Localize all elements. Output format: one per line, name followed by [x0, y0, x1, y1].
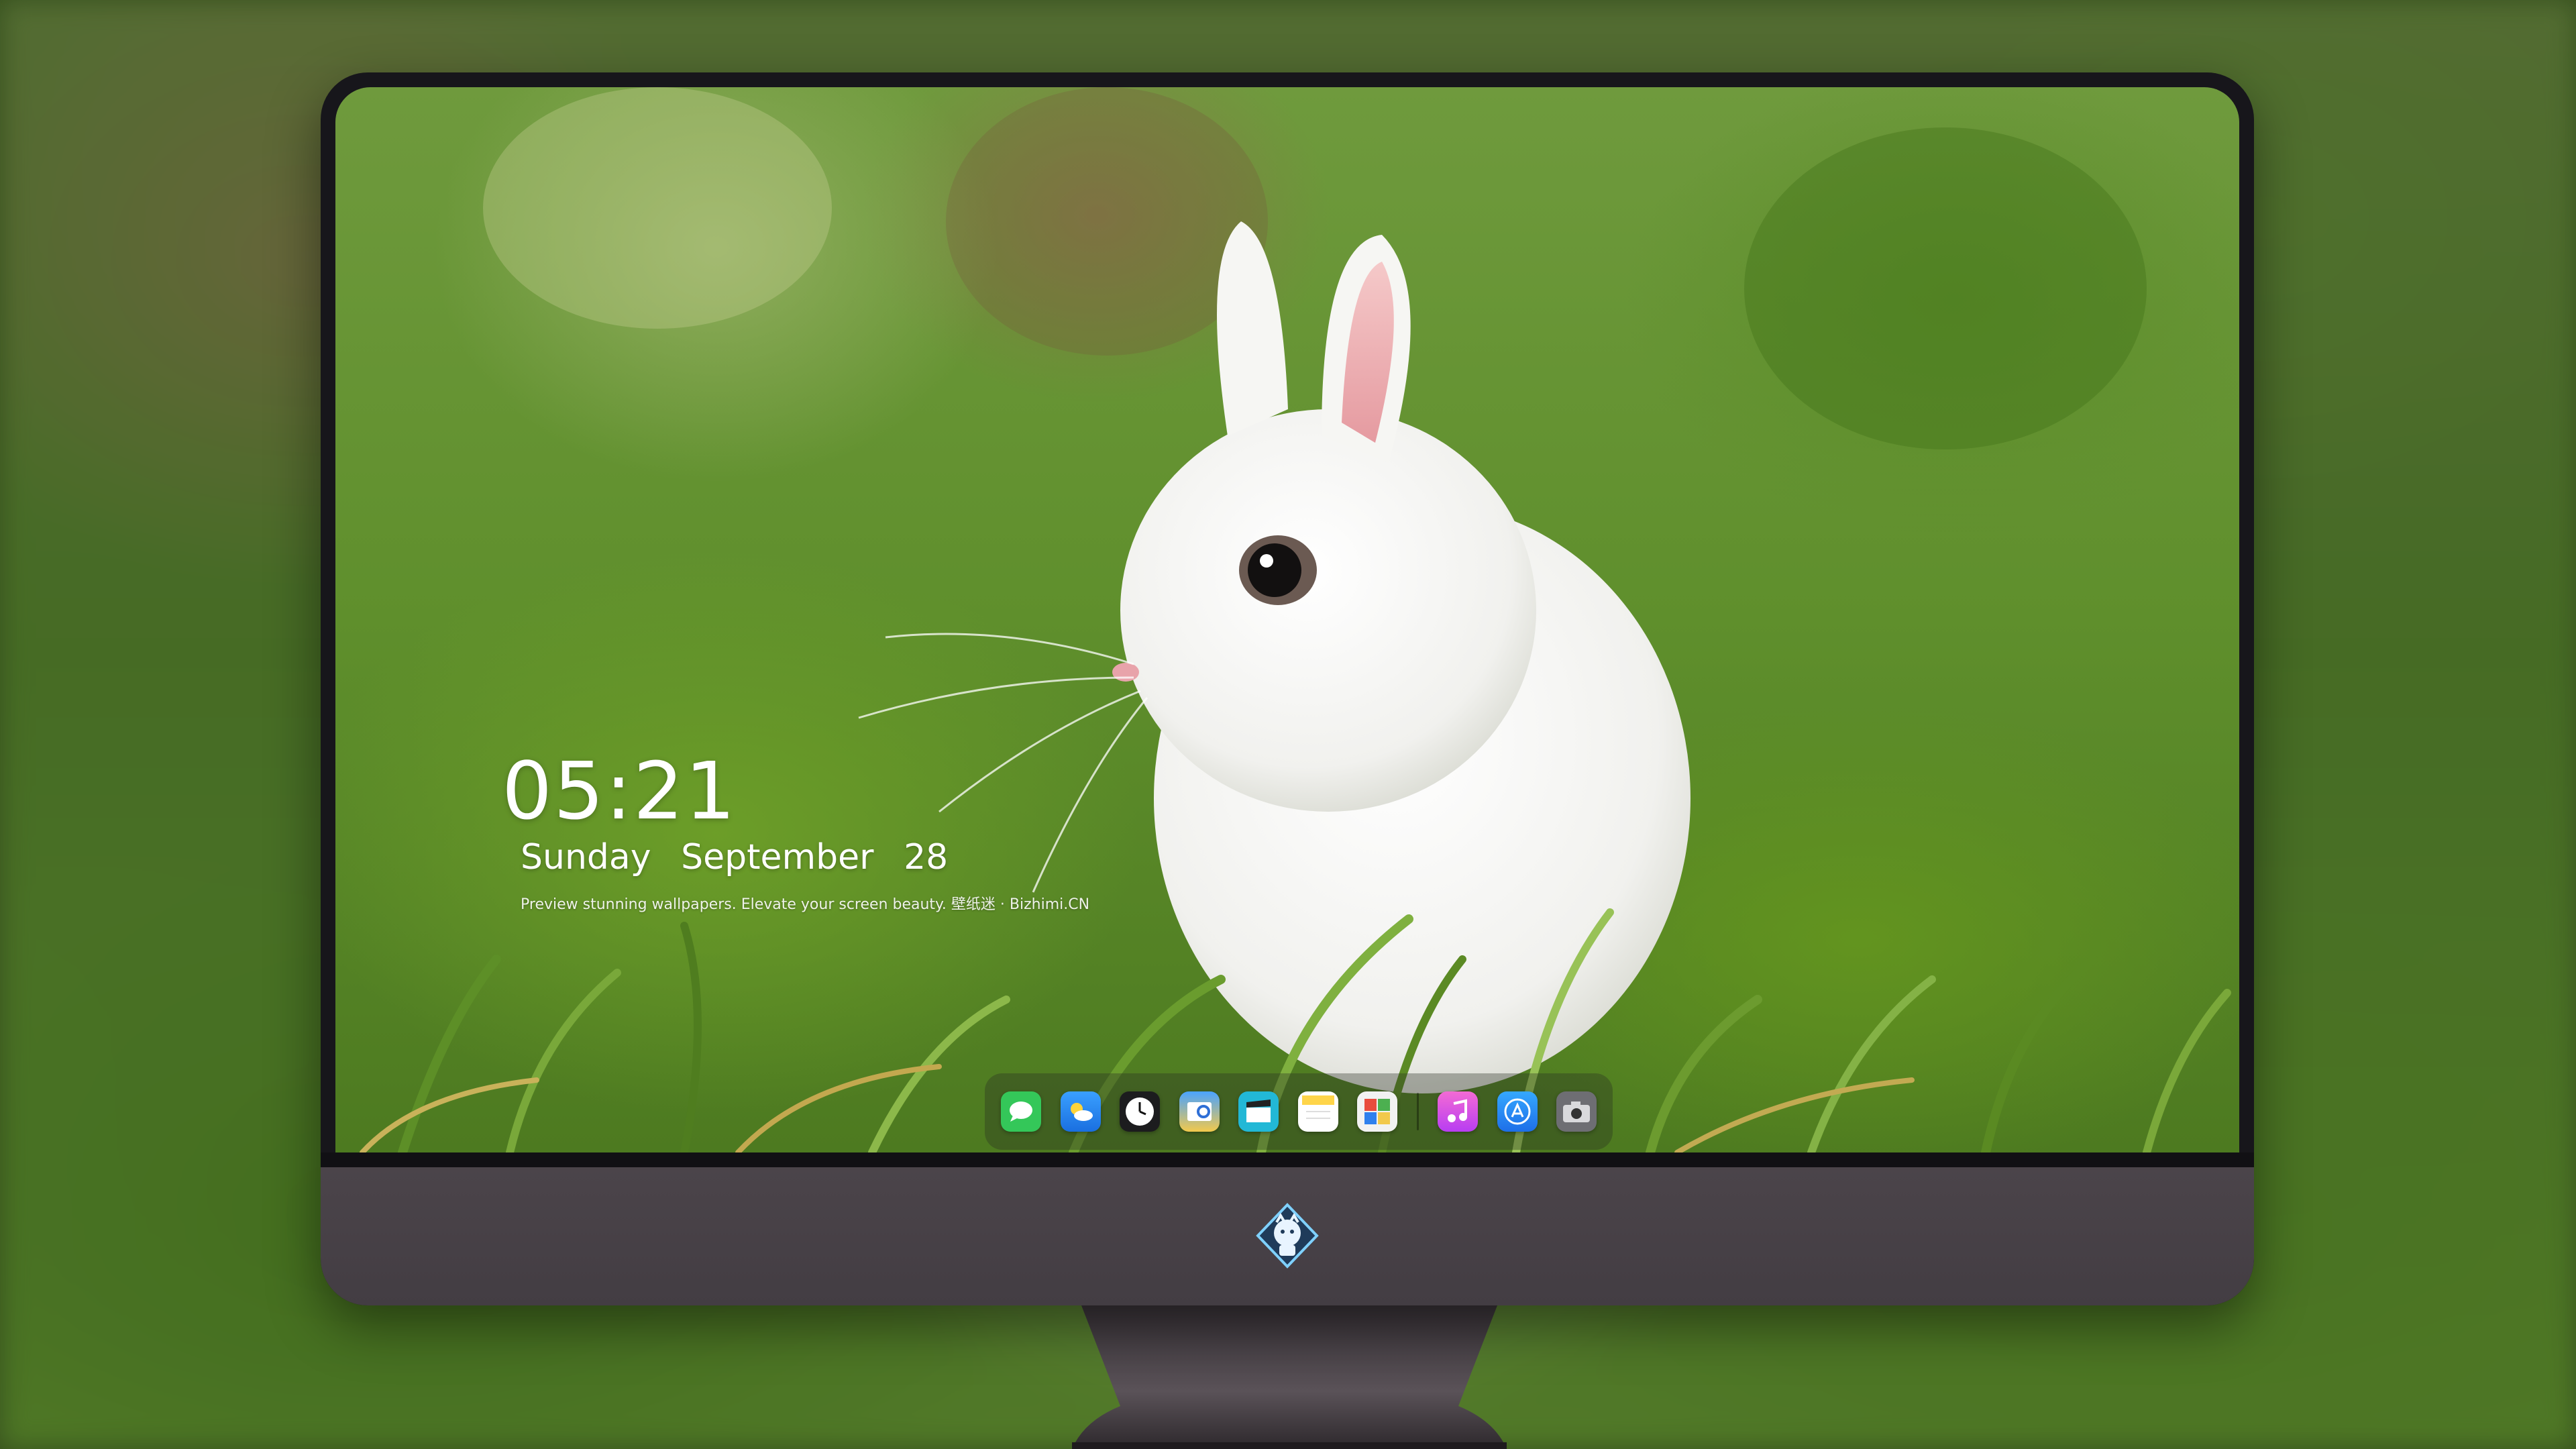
brand-logo-icon [1256, 1203, 1319, 1269]
dock-divider [1416, 1093, 1419, 1130]
lock-clock: 05:21 [502, 745, 737, 837]
desktop-scene: 05:21 Sunday September 28 Preview stunni… [0, 0, 2576, 1449]
screen-wallpaper: 05:21 Sunday September 28 Preview stunni… [335, 87, 2239, 1152]
app-store-icon[interactable] [1497, 1091, 1538, 1132]
clips-icon[interactable] [1238, 1091, 1279, 1132]
music-icon[interactable] [1438, 1091, 1478, 1132]
camera-icon[interactable] [1556, 1091, 1597, 1132]
lock-weekday: Sunday [521, 837, 651, 877]
preview-icon[interactable] [1179, 1091, 1220, 1132]
notes-icon[interactable] [1297, 1091, 1338, 1132]
monitor: 05:21 Sunday September 28 Preview stunni… [321, 72, 2254, 1305]
weather-icon[interactable] [1060, 1091, 1101, 1132]
photo-booth-icon[interactable] [1357, 1091, 1397, 1132]
lock-date: Sunday September 28 [521, 837, 948, 877]
lock-month: September [681, 837, 874, 877]
wallpaper-art [360, 87, 2231, 1152]
screen-bottom-bezel [321, 1152, 2254, 1167]
lock-tagline: Preview stunning wallpapers. Elevate you… [521, 896, 1090, 913]
lock-day: 28 [904, 837, 949, 877]
monitor-stand [1072, 1305, 1507, 1449]
dock [985, 1073, 1613, 1150]
clock-icon[interactable] [1120, 1091, 1160, 1132]
messages-icon[interactable] [1001, 1091, 1041, 1132]
